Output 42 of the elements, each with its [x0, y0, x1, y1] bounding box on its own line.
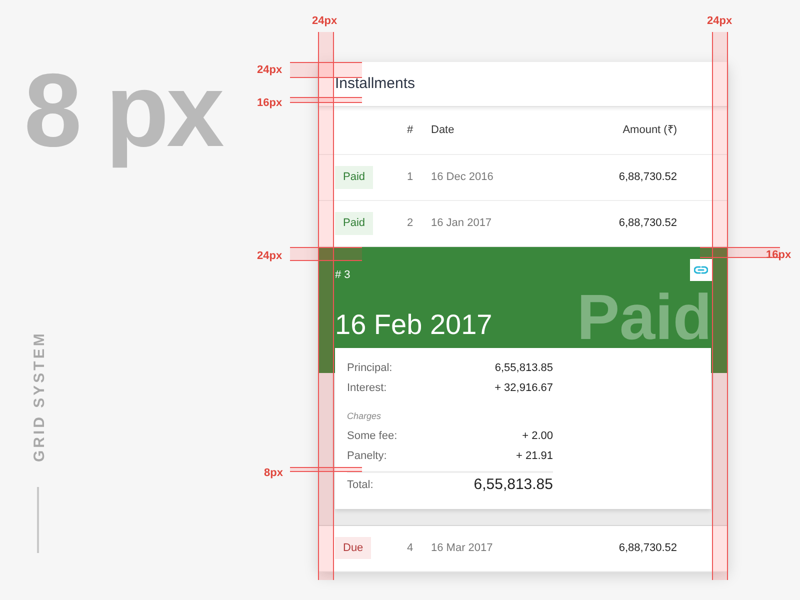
total-label: Total:	[347, 478, 374, 494]
row-date: 16 Jan 2017	[431, 216, 493, 232]
card-title: Installments	[335, 74, 416, 94]
row-number: 1	[406, 170, 414, 186]
installment-date: 16 Feb 2017	[335, 308, 492, 342]
row-date: 16 Mar 2017	[431, 540, 494, 556]
detail-value: + 32,916.67	[494, 380, 553, 396]
status-badge: Paid	[335, 166, 374, 189]
detail-label: Some fee:	[347, 429, 398, 444]
measurement-label: 24px	[312, 14, 338, 29]
measurement-label: 24px	[707, 14, 732, 29]
detail-label: Interest:	[347, 380, 387, 396]
status-badge: Due	[335, 536, 372, 560]
detail-value: 6,55,813.85	[494, 360, 553, 376]
column-header: Date	[431, 123, 456, 138]
side-label: GRID SYSTEM	[28, 312, 48, 462]
watermark-text: Paid	[576, 289, 712, 347]
row-number: 4	[406, 540, 414, 556]
status-badge: Paid	[335, 212, 374, 235]
row-amount: 6,88,730.52	[618, 540, 677, 556]
row-amount: 6,88,730.52	[618, 216, 677, 232]
measurement-label: 16px	[257, 96, 282, 111]
column-header: Amount (₹)	[622, 123, 677, 138]
row-date: 16 Dec 2016	[431, 170, 494, 186]
installment-number: # 3	[335, 268, 350, 283]
measurement-label: 8px	[264, 466, 283, 481]
detail-label: Panelty:	[347, 449, 387, 464]
link-button[interactable]	[690, 259, 712, 281]
measurement-label: 24px	[257, 63, 282, 78]
total-value: 6,55,813.85	[474, 475, 553, 496]
row-number: 2	[406, 216, 414, 232]
measurement-label: 24px	[257, 249, 282, 264]
row-amount: 6,88,730.52	[618, 170, 677, 186]
detail-label: Principal:	[347, 360, 392, 376]
measurement-label: 16px	[766, 248, 792, 263]
detail-value: + 21.91	[516, 449, 553, 464]
backdrop-headline: 8 px	[24, 52, 222, 171]
detail-value: + 2.00	[522, 429, 553, 444]
charges-heading: Charges	[347, 410, 382, 423]
link-icon	[694, 266, 708, 274]
divider-line	[37, 487, 39, 553]
column-header: #	[406, 123, 414, 138]
